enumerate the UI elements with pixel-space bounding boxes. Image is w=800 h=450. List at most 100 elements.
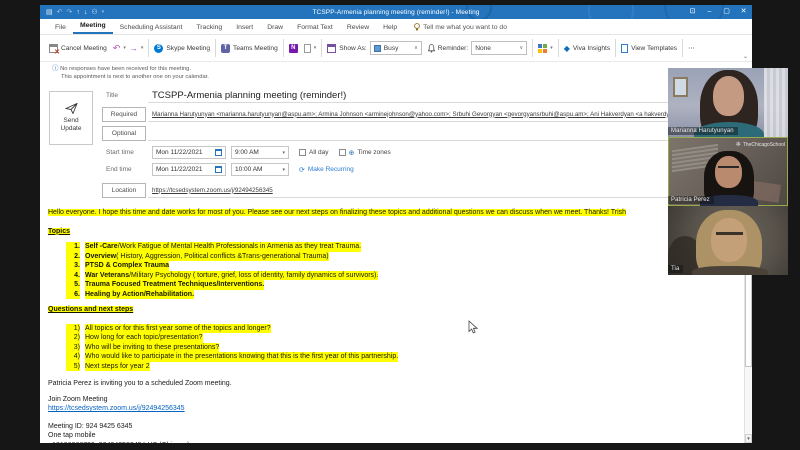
- participant-name: Marianna Harutyunyan: [668, 127, 738, 135]
- contact-icon[interactable]: ⚇: [91, 8, 97, 16]
- topic-item: 2.Overview( History, Aggression, Politic…: [66, 252, 736, 262]
- start-date-picker[interactable]: Mon 11/22/2021: [152, 146, 226, 159]
- question-item: 3)Who will be inviting to these presenta…: [66, 343, 736, 353]
- zoom-meeting-link[interactable]: https://tcsedsystem.zoom.us/j/9249425634…: [48, 405, 185, 412]
- maximize-button[interactable]: ▢: [718, 5, 735, 19]
- glasses: [716, 232, 743, 238]
- video-tile-patricia[interactable]: ✻ TheChicagoSchool Patricia Perez: [668, 137, 788, 206]
- save-icon[interactable]: ▤: [46, 8, 53, 16]
- tab-scheduling-assistant[interactable]: Scheduling Assistant: [113, 21, 190, 34]
- mouse-cursor: [468, 320, 478, 334]
- question-item: 2)How long for each topic/presentation?: [66, 333, 736, 343]
- topic-item: 3.PTSD & Complex Trauma: [66, 261, 736, 271]
- question-item: 1)All topics or for this first year some…: [66, 324, 736, 334]
- minimize-button[interactable]: –: [701, 5, 718, 19]
- questions-heading: Questions and next steps: [48, 306, 133, 313]
- show-as-icon: [327, 44, 336, 53]
- ribbon-display-options-icon[interactable]: ⊡: [684, 5, 701, 19]
- redo-dropdown-icon[interactable]: ▾: [141, 45, 144, 51]
- all-day-checkbox[interactable]: All day: [299, 149, 329, 156]
- view-templates-button[interactable]: View Templates: [618, 44, 680, 53]
- start-time-label: Start time: [102, 149, 148, 156]
- video-tile-tia[interactable]: Tia: [668, 206, 788, 275]
- one-tap-label: One tap mobile: [48, 431, 736, 441]
- skype-meeting-button[interactable]: S Skype Meeting: [151, 44, 213, 53]
- tab-help[interactable]: Help: [376, 21, 404, 34]
- message-body[interactable]: Hello everyone. I hope this time and dat…: [40, 205, 752, 443]
- tab-insert[interactable]: Insert: [229, 21, 260, 34]
- video-tile-marianna[interactable]: Marianna Harutyunyan: [668, 68, 788, 137]
- required-button[interactable]: Required: [102, 107, 146, 122]
- cancel-meeting-icon: [49, 44, 58, 53]
- redo-icon[interactable]: ↷: [67, 8, 73, 16]
- tab-meeting[interactable]: Meeting: [73, 19, 113, 34]
- qat-customize-icon[interactable]: ▾: [102, 9, 105, 15]
- required-attendees-input[interactable]: Marianna Harutyunyan <marianna.harutyuny…: [148, 107, 742, 122]
- question-item: 4)Who would like to participate in the p…: [66, 352, 736, 362]
- show-as-label: Show As:: [339, 45, 367, 52]
- topic-item: 4.War Veterans/Military Psychology ( tor…: [66, 271, 736, 281]
- previous-item-icon[interactable]: ↑: [76, 9, 80, 16]
- outlook-meeting-window: ▤ ↶ ↷ ↑ ↓ ⚇ ▾ TCSPP-Armenia planning mee…: [40, 5, 752, 443]
- onenote-icon: N: [289, 44, 298, 53]
- end-date-picker[interactable]: Mon 11/22/2021: [152, 163, 226, 176]
- next-item-icon[interactable]: ↓: [84, 9, 88, 16]
- viva-insights-button[interactable]: ◆ Viva Insights: [561, 44, 613, 53]
- topics-list: 1.Self -Care/Work Fatigue of Mental Heal…: [66, 242, 736, 299]
- tell-me-search[interactable]: Tell me what you want to do: [414, 23, 507, 34]
- participant-name: Patricia Perez: [668, 196, 714, 204]
- make-recurring-button[interactable]: ⟳ Make Recurring: [299, 166, 354, 174]
- title-input[interactable]: TCSPP-Armenia planning meeting (reminder…: [148, 88, 742, 103]
- tab-file[interactable]: File: [48, 21, 73, 34]
- close-button[interactable]: ✕: [735, 5, 752, 19]
- end-time-label: End time: [102, 166, 148, 173]
- busy-status-icon: [374, 45, 381, 52]
- questions-list: 1)All topics or for this first year some…: [66, 324, 736, 372]
- categorize-button[interactable]: ▾: [535, 44, 556, 53]
- optional-button[interactable]: Optional: [102, 126, 146, 141]
- end-time-picker[interactable]: 10:00 AM ▾: [231, 163, 289, 176]
- redo-button[interactable]: →: [129, 43, 138, 53]
- viva-insights-icon: ◆: [564, 44, 570, 53]
- phone-number-chicago: +13126266799,,92494256345# US (Chicago): [48, 441, 736, 444]
- show-as-dropdown[interactable]: Busy ∨: [370, 41, 422, 55]
- info-icon: ⓘ: [52, 65, 59, 72]
- window-title: TCSPP-Armenia planning meeting (reminder…: [40, 9, 752, 16]
- send-update-button[interactable]: SendUpdate: [49, 91, 93, 145]
- collapse-ribbon-icon[interactable]: ⌄: [743, 53, 748, 60]
- scroll-down-arrow[interactable]: ▾: [745, 434, 752, 443]
- time-zones-checkbox[interactable]: ⊕ Time zones: [339, 149, 391, 157]
- categorize-icon: [538, 44, 547, 53]
- zoom-invite-text: Patricia Perez is inviting you to a sche…: [48, 379, 736, 389]
- tab-draw[interactable]: Draw: [260, 21, 290, 34]
- location-input[interactable]: https://tcsedsystem.zoom.us/j/9249425634…: [148, 183, 742, 198]
- globe-icon: ⊕: [349, 149, 355, 157]
- chicago-school-logo: ✻ TheChicagoSchool: [736, 141, 785, 148]
- titlebar: ▤ ↶ ↷ ↑ ↓ ⚇ ▾ TCSPP-Armenia planning mee…: [40, 5, 752, 19]
- reminder-dropdown[interactable]: None ∨: [471, 41, 527, 55]
- tab-review[interactable]: Review: [340, 21, 376, 34]
- undo-dropdown-icon[interactable]: ▾: [123, 45, 126, 51]
- undo-icon[interactable]: ↶: [57, 8, 63, 16]
- meeting-notes-button[interactable]: ▾: [301, 44, 320, 53]
- teams-meeting-button[interactable]: T Teams Meeting: [218, 44, 281, 53]
- topics-heading: Topics: [48, 228, 70, 235]
- optional-attendees-input[interactable]: [148, 126, 742, 141]
- start-time-picker[interactable]: 9:00 AM ▾: [231, 146, 289, 159]
- zoom-video-overlay: Marianna Harutyunyan ✻ TheChicagoSchool …: [668, 68, 788, 275]
- send-icon: [65, 103, 78, 114]
- picture-frame: [673, 77, 688, 97]
- tab-tracking[interactable]: Tracking: [189, 21, 229, 34]
- undo-button[interactable]: ↶: [113, 43, 121, 54]
- more-commands-button[interactable]: ⋯: [685, 44, 698, 52]
- info-bar: ⓘ No responses have been received for th…: [40, 62, 752, 83]
- reminder-bell-icon: [428, 44, 435, 53]
- meeting-form: SendUpdate Title TCSPP-Armenia planning …: [40, 83, 752, 205]
- meeting-notes-icon: [304, 44, 311, 53]
- tab-format-text[interactable]: Format Text: [290, 21, 340, 34]
- onenote-button[interactable]: N: [286, 44, 301, 53]
- glasses: [718, 166, 739, 171]
- quick-access-toolbar: ▤ ↶ ↷ ↑ ↓ ⚇ ▾: [40, 8, 104, 16]
- location-button[interactable]: Location: [102, 183, 146, 198]
- cancel-meeting-button[interactable]: Cancel Meeting: [46, 44, 110, 53]
